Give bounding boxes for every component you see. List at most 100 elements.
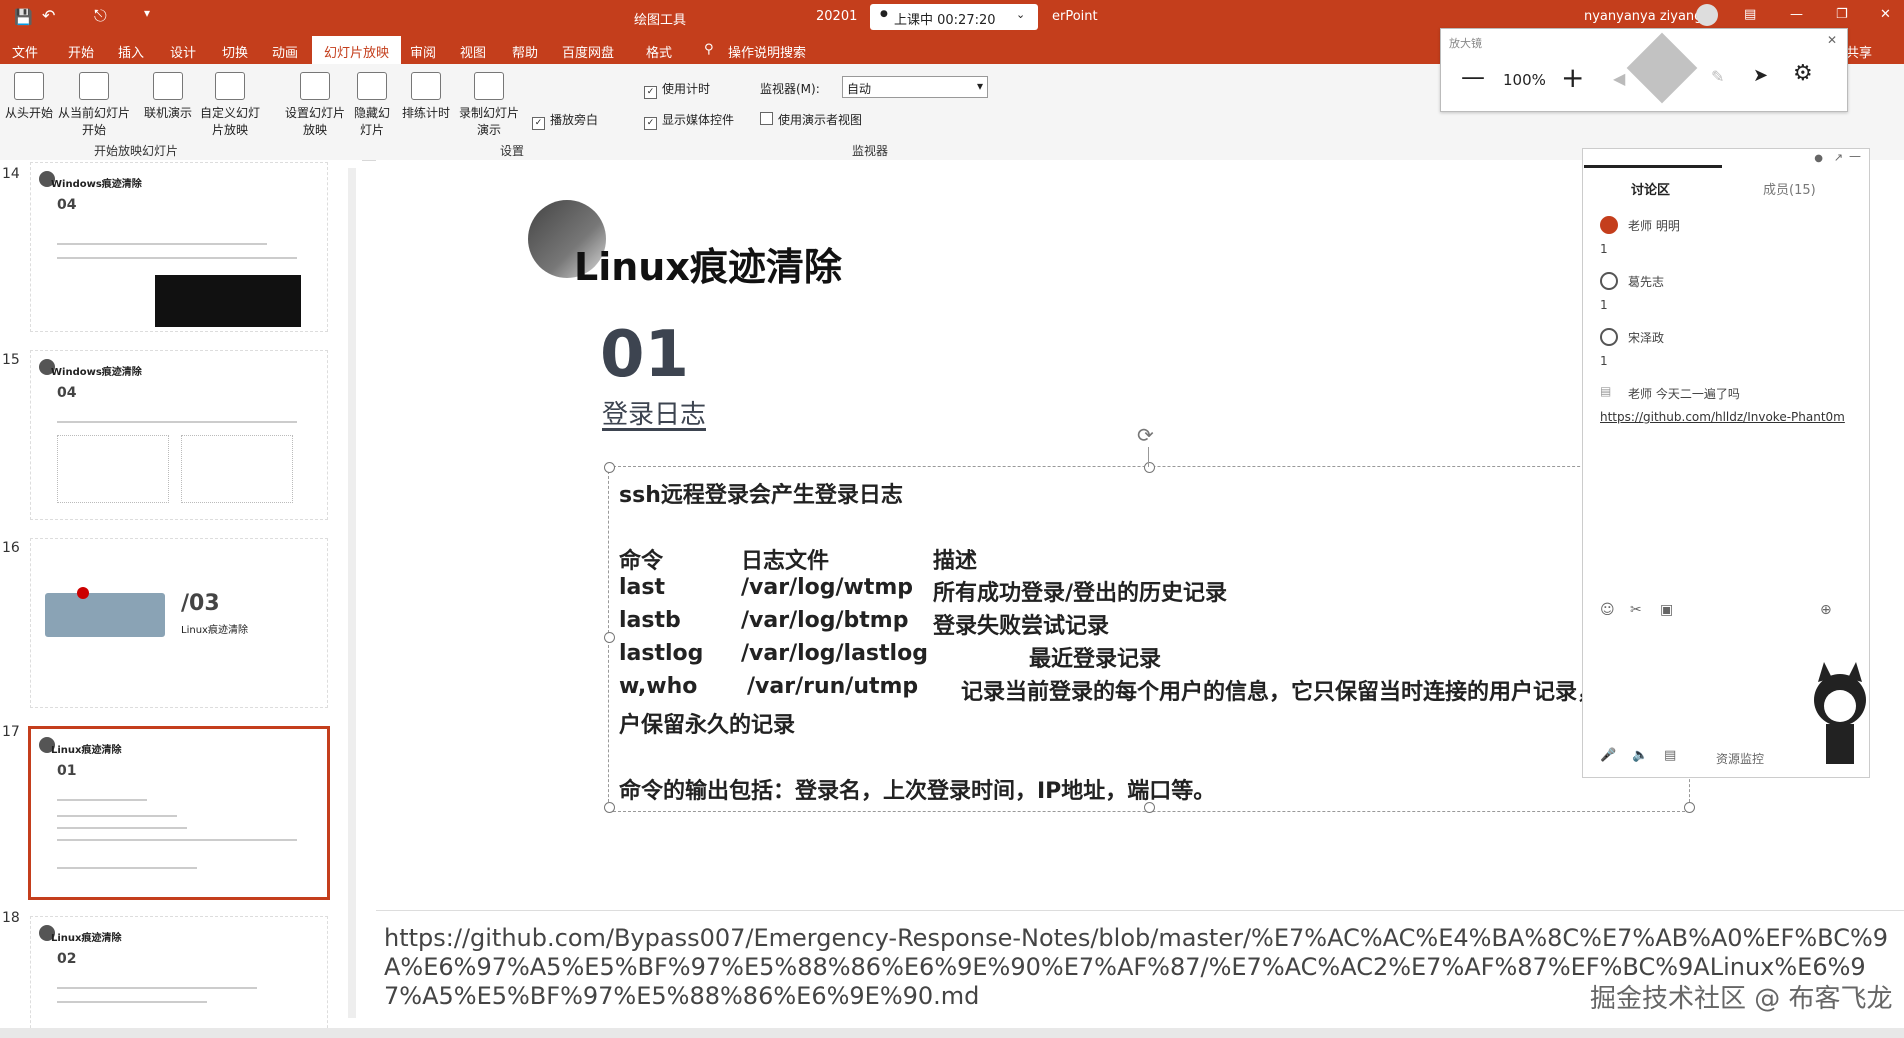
- row-description: 所有成功登录/登出的历史记录: [933, 581, 1228, 606]
- magnifier-title: 放大镜: [1449, 37, 1482, 50]
- tab-review[interactable]: 审阅: [410, 42, 436, 61]
- tab-slideshow[interactable]: 幻灯片放映: [312, 36, 402, 67]
- microphone-icon[interactable]: 🎤: [1600, 748, 1616, 763]
- tab-home[interactable]: 开始: [68, 42, 94, 61]
- thumbnail-number: 02: [57, 951, 77, 967]
- tab-design[interactable]: 设计: [170, 42, 196, 61]
- setup-show-button[interactable]: 设置幻灯片放映: [284, 72, 346, 138]
- text-line: [57, 827, 187, 829]
- ribbon-display-icon[interactable]: ▤: [1744, 7, 1756, 22]
- settings-icon[interactable]: ⚙: [1793, 61, 1813, 86]
- thumbnail-title: Linux痕迹清除: [181, 625, 248, 636]
- chat-message-text: 1: [1600, 242, 1608, 256]
- tab-transitions[interactable]: 切换: [222, 42, 248, 61]
- terminal-screenshot: [155, 275, 301, 327]
- checkbox-box: ✓: [644, 86, 657, 99]
- slide-number: 16: [2, 540, 20, 556]
- pin-icon[interactable]: ●: [1814, 153, 1823, 164]
- chat-link[interactable]: https://github.com/hlldz/Invoke-Phant0m: [1600, 410, 1845, 424]
- presenter-view-checkbox[interactable]: 使用演示者视图: [760, 111, 862, 128]
- online-present-button[interactable]: 联机演示: [140, 72, 196, 121]
- monitor-select-value: 自动: [847, 82, 872, 96]
- resize-handle[interactable]: [604, 632, 615, 643]
- class-status-pill[interactable]: ● 上课中 00:27:20 ⌄: [870, 4, 1038, 30]
- checkbox-box: ✓: [644, 117, 657, 130]
- resource-monitor-label[interactable]: 资源监控: [1716, 750, 1764, 767]
- avatar[interactable]: [1696, 4, 1718, 26]
- add-icon[interactable]: ⊕: [1820, 602, 1832, 618]
- record-show-button[interactable]: 录制幻灯片演示: [456, 72, 522, 138]
- slide-thumbnail-selected[interactable]: Linux痕迹清除 01: [28, 726, 330, 900]
- tab-animations[interactable]: 动画: [272, 42, 298, 61]
- chat-sender: 老师 今天二一遍了吗: [1628, 387, 1740, 401]
- pen-icon[interactable]: ✎: [1711, 67, 1724, 86]
- save-icon[interactable]: 💾: [14, 8, 33, 26]
- from-current-button[interactable]: 从当前幻灯片开始: [56, 72, 132, 138]
- close-icon[interactable]: ✕: [1827, 33, 1837, 47]
- slide-thumbnail-pane: 14 Windows痕迹清除 04 15 Windows痕迹清除 04 16 /…: [0, 160, 362, 1038]
- tab-baidu-netdisk[interactable]: 百度网盘: [562, 42, 614, 61]
- use-timings-checkbox[interactable]: ✓ 使用计时: [644, 80, 710, 99]
- tab-view[interactable]: 视图: [460, 42, 486, 61]
- undo-icon[interactable]: ↶: [42, 6, 55, 25]
- stats-icon[interactable]: ▤: [1664, 748, 1676, 763]
- restore-icon[interactable]: ❐: [1836, 7, 1848, 22]
- tab-file[interactable]: 文件: [12, 42, 38, 61]
- tell-me-search[interactable]: 操作说明搜索: [728, 42, 806, 61]
- minimize-icon[interactable]: —: [1849, 149, 1861, 163]
- resize-handle[interactable]: [1684, 802, 1695, 813]
- tab-discussion[interactable]: 讨论区: [1631, 179, 1670, 198]
- hide-slide-button[interactable]: 隐藏幻灯片: [350, 72, 394, 138]
- speaker-icon[interactable]: 🔈: [1632, 748, 1648, 763]
- text-line: [57, 987, 257, 989]
- zoom-value: 100%: [1503, 71, 1546, 89]
- presenter-icon[interactable]: ⎋: [94, 6, 107, 26]
- rehearse-button[interactable]: 排练计时: [398, 72, 454, 121]
- thumbnail-number: 04: [57, 385, 77, 401]
- from-beginning-button[interactable]: 从头开始: [4, 72, 54, 121]
- image-icon[interactable]: ▣: [1660, 602, 1673, 618]
- content-textbox[interactable]: ⟳ ssh远程登录会产生登录日志 命令 日志文件 描述 last /var/lo…: [604, 423, 1695, 813]
- user-name[interactable]: nyanyanya ziyang: [1584, 9, 1702, 24]
- resize-handle[interactable]: [604, 802, 615, 813]
- tab-help[interactable]: 帮助: [512, 42, 538, 61]
- prev-icon[interactable]: ◀: [1613, 69, 1625, 88]
- slide-thumbnail[interactable]: Windows痕迹清除 04: [30, 350, 328, 520]
- scissors-icon[interactable]: ✂: [1630, 602, 1642, 618]
- monitor-select[interactable]: 自动 ▾: [842, 76, 988, 98]
- play-narration-label: 播放旁白: [550, 113, 599, 127]
- zoom-in-button[interactable]: +: [1561, 61, 1584, 94]
- close-icon[interactable]: ✕: [1880, 7, 1891, 22]
- red-dot-icon: [77, 587, 89, 599]
- show-media-controls-checkbox[interactable]: ✓ 显示媒体控件: [644, 111, 734, 130]
- emoji-icon[interactable]: ☺: [1600, 602, 1615, 618]
- rotate-handle-icon[interactable]: ⟳: [1137, 423, 1154, 447]
- tab-insert[interactable]: 插入: [118, 42, 144, 61]
- row-description: 登录失败尝试记录: [933, 614, 1110, 639]
- customize-quick-access-icon[interactable]: ▾: [144, 6, 150, 20]
- section-subtitle[interactable]: 登录日志: [602, 394, 706, 431]
- slide-thumbnail[interactable]: /03 Linux痕迹清除: [30, 538, 328, 708]
- live-dot-icon: ●: [880, 9, 888, 19]
- chat-sender: 宋泽政: [1628, 331, 1665, 345]
- share-button[interactable]: 共享: [1846, 42, 1872, 61]
- expand-icon[interactable]: ↗: [1834, 151, 1843, 164]
- row-file: /var/run/utmp: [747, 674, 919, 699]
- section-number[interactable]: 01: [600, 318, 689, 392]
- slide-title[interactable]: Linux痕迹清除: [574, 236, 842, 291]
- header-logfile: 日志文件: [741, 549, 830, 574]
- slide-thumbnail[interactable]: Windows痕迹清除 04: [30, 162, 328, 332]
- tab-format[interactable]: 格式: [646, 42, 672, 61]
- slide-thumbnail[interactable]: Linux痕迹清除 02: [30, 916, 328, 1038]
- chevron-down-icon[interactable]: ⌄: [1016, 8, 1025, 21]
- minimize-icon[interactable]: —: [1790, 7, 1803, 22]
- output-text: 命令的输出包括：登录名，上次登录时间，IP地址，端口等。: [619, 779, 1216, 804]
- tab-members[interactable]: 成员(15): [1763, 179, 1816, 198]
- play-narration-checkbox[interactable]: ✓ 播放旁白: [532, 111, 598, 130]
- zoom-out-button[interactable]: —: [1461, 63, 1485, 91]
- resize-handle[interactable]: [604, 462, 615, 473]
- resize-handle[interactable]: [1144, 462, 1155, 473]
- custom-show-button[interactable]: 自定义幻灯片放映: [196, 72, 264, 138]
- mascot-sticker: [1800, 660, 1880, 770]
- thumbnail-scrollbar[interactable]: [348, 168, 356, 1018]
